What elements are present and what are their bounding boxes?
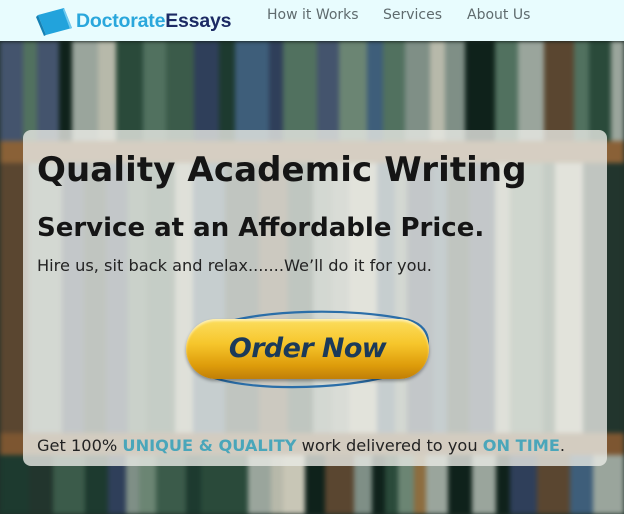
hero-panel: Quality Academic Writing Service at an A… bbox=[23, 130, 607, 466]
nav-about-us[interactable]: About Us bbox=[467, 7, 530, 23]
hero-subtitle: Service at an Affordable Price. bbox=[37, 213, 485, 243]
nav-how-it-works[interactable]: How it Works bbox=[267, 7, 359, 23]
highlight-on-time: ON TIME bbox=[482, 436, 560, 455]
brand-logo[interactable]: DoctorateEssays bbox=[36, 6, 231, 36]
order-now-label: Order Now bbox=[228, 333, 387, 364]
order-now-container: Order Now bbox=[181, 304, 435, 392]
book-logo-icon bbox=[36, 8, 72, 36]
site-header: DoctorateEssays How it Works Services Ab… bbox=[0, 0, 624, 41]
order-now-button[interactable]: Order Now bbox=[186, 319, 429, 379]
highlight-unique-quality: UNIQUE & QUALITY bbox=[122, 436, 297, 455]
hero-title: Quality Academic Writing bbox=[37, 150, 527, 190]
nav-services[interactable]: Services bbox=[383, 7, 442, 23]
hero-footer-text: Get 100% UNIQUE & QUALITY work delivered… bbox=[37, 436, 566, 455]
hero-tagline: Hire us, sit back and relax.......We’ll … bbox=[37, 256, 432, 275]
brand-name: DoctorateEssays bbox=[76, 9, 232, 32]
